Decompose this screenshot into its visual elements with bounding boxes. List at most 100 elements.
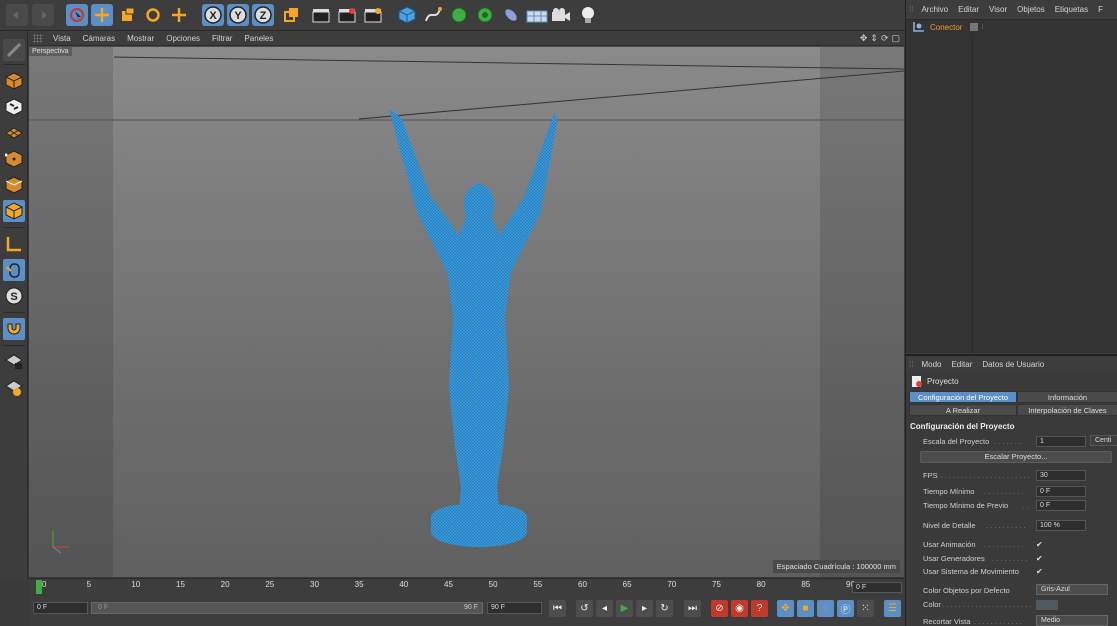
scale-key-button[interactable]: ■ (797, 600, 814, 617)
start-frame-field[interactable]: 0 F (33, 602, 88, 614)
light-button[interactable] (577, 4, 599, 26)
current-frame-field[interactable]: 0 F (852, 582, 902, 593)
camera-button[interactable] (550, 4, 572, 26)
statue-mesh[interactable] (389, 109, 557, 547)
workplane-button[interactable] (3, 122, 25, 144)
solo-button[interactable]: S (3, 285, 25, 307)
menu-camaras[interactable]: Cámaras (77, 31, 121, 46)
menu-visor[interactable]: Visor (984, 2, 1012, 17)
min-time-field[interactable]: 0 F (1036, 486, 1086, 497)
snap-button[interactable] (3, 318, 25, 340)
scale-unit-dropdown[interactable]: Centi (1090, 435, 1117, 446)
y-axis-button[interactable]: Y (227, 4, 249, 26)
select-tool-button[interactable] (66, 4, 88, 26)
floor-button[interactable] (526, 4, 548, 26)
clip-dropdown[interactable]: Medio (1036, 615, 1108, 626)
menu-editar[interactable]: Editar (953, 2, 984, 17)
timeline-button[interactable]: ☰ (884, 600, 901, 617)
panel-grip-icon[interactable]: ⁞⁞ (906, 357, 916, 372)
menu-archivo[interactable]: Archivo (916, 2, 953, 17)
deformer-button[interactable] (500, 4, 522, 26)
use-animation-checkbox[interactable]: ✔ (1036, 538, 1043, 551)
render-settings-button[interactable] (362, 4, 384, 26)
maximize-icon[interactable]: ▢ (891, 33, 900, 44)
menu-opciones[interactable]: Opciones (160, 31, 206, 46)
autokey-button[interactable]: ◉ (731, 600, 748, 617)
viewport-canvas[interactable]: Perspectiva Espaciado Cuadrícula: 10000… (29, 47, 904, 577)
spline-button[interactable] (422, 4, 444, 26)
move-tool-button[interactable] (91, 4, 113, 26)
axis-mode-button[interactable] (3, 233, 25, 255)
next-frame-button[interactable]: ▸ (636, 600, 653, 617)
dolly-icon[interactable]: ⇕ (870, 33, 878, 44)
use-motion-checkbox[interactable]: ✔ (1036, 565, 1043, 578)
panel-grip-icon[interactable] (33, 33, 43, 43)
position-key-button[interactable]: ✥ (777, 600, 794, 617)
panel-grip-icon[interactable]: ⁞⁞ (906, 2, 916, 17)
redo-button[interactable] (32, 4, 54, 26)
undo-button[interactable] (6, 4, 28, 26)
menu-etiquetas[interactable]: Etiquetas (1050, 2, 1093, 17)
object-row[interactable]: Conector ⁝ (906, 20, 1117, 34)
points-mode-button[interactable] (3, 148, 25, 170)
menu-modo[interactable]: Modo (916, 357, 946, 372)
playhead-marker[interactable] (36, 580, 42, 594)
rotation-key-button[interactable]: ◌ (817, 600, 834, 617)
tweak-mode-button[interactable] (3, 259, 25, 281)
record-active-button[interactable]: ⊘ (711, 600, 728, 617)
visibility-dots-icon[interactable] (970, 23, 979, 31)
menu-mostrar[interactable]: Mostrar (121, 31, 160, 46)
tab-a-realizar[interactable]: A Realizar (909, 404, 1017, 416)
tab-configuracion[interactable]: Configuración del Proyecto (909, 391, 1017, 403)
lod-field[interactable]: 100 % (1036, 520, 1086, 531)
render-picture-viewer-button[interactable] (336, 4, 358, 26)
pan-icon[interactable]: ✥ (860, 33, 868, 44)
menu-vista[interactable]: Vista (47, 31, 77, 46)
prev-frame-button[interactable]: ◂ (596, 600, 613, 617)
model-mode-button[interactable] (3, 70, 25, 92)
array-button[interactable] (474, 4, 496, 26)
menu-paneles[interactable]: Paneles (238, 31, 279, 46)
tab-informacion[interactable]: Información (1017, 391, 1117, 403)
scale-tool-button[interactable] (116, 4, 138, 26)
end-frame-field[interactable]: 90 F (487, 602, 542, 614)
go-to-start-button[interactable]: ⏮ (549, 600, 566, 617)
color-swatch[interactable] (1036, 600, 1058, 610)
play-button[interactable]: ▶ (616, 600, 633, 617)
prev-key-button[interactable]: ↺ (576, 600, 593, 617)
preview-range-slider[interactable]: 0 F 90 F (91, 602, 483, 614)
subdivision-button[interactable] (448, 4, 470, 26)
menu-favoritos[interactable]: F (1093, 2, 1108, 17)
scale-project-button[interactable]: Escalar Proyecto... (920, 451, 1112, 463)
z-axis-button[interactable]: Z (252, 4, 274, 26)
lock-workplane-button[interactable] (3, 351, 25, 373)
fps-field[interactable]: 30 (1036, 470, 1086, 481)
coordinate-system-button[interactable] (280, 4, 302, 26)
menu-objetos[interactable]: Objetos (1012, 2, 1050, 17)
cube-object-button[interactable] (396, 4, 418, 26)
next-key-button[interactable]: ↻ (656, 600, 673, 617)
orbit-icon[interactable]: ⟳ (881, 33, 889, 44)
layer-dots-icon[interactable]: ⁝ (981, 23, 983, 31)
menu-datos-usuario[interactable]: Datos de Usuario (977, 357, 1049, 372)
make-editable-button[interactable] (3, 39, 25, 61)
texture-mode-button[interactable] (3, 96, 25, 118)
go-to-end-button[interactable]: ⏭ (684, 600, 701, 617)
rotate-tool-button[interactable] (142, 4, 164, 26)
edges-mode-button[interactable] (3, 174, 25, 196)
planar-workplane-button[interactable] (3, 377, 25, 399)
scale-value-field[interactable]: 1 (1036, 436, 1086, 447)
object-name[interactable]: Conector (930, 23, 962, 32)
menu-editar-attr[interactable]: Editar (946, 357, 977, 372)
min-preview-field[interactable]: 0 F (1036, 500, 1086, 511)
timeline-ruler[interactable]: 0 5 10 15 20 25 30 35 40 45 50 55 60 65 70 75 80 85 90 0 F (29, 578, 904, 595)
polygons-mode-button[interactable] (3, 200, 25, 222)
use-generators-checkbox[interactable]: ✔ (1036, 552, 1043, 565)
obj-color-dropdown[interactable]: Gris-Azul (1036, 584, 1108, 595)
render-view-button[interactable] (310, 4, 332, 26)
keyframe-selection-button[interactable]: ? (751, 600, 768, 617)
parameter-key-button[interactable]: Ⓟ (837, 600, 854, 617)
last-tool-button[interactable] (168, 4, 190, 26)
x-axis-button[interactable]: X (202, 4, 224, 26)
tab-interpolacion[interactable]: Interpolación de Claves (1017, 404, 1117, 416)
